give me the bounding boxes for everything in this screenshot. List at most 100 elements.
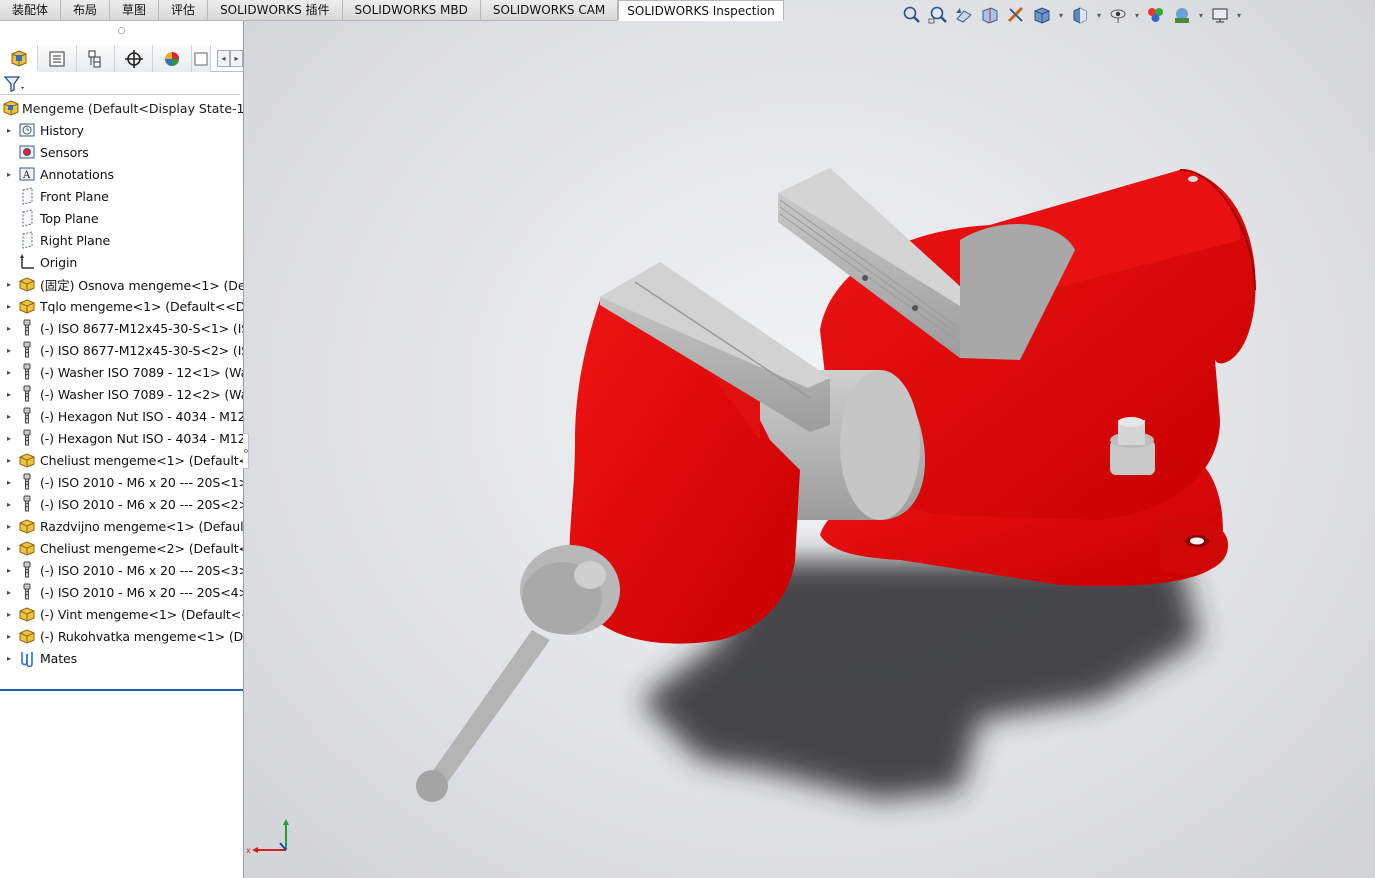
more-tabs-icon[interactable] (191, 45, 211, 72)
tab-addins[interactable]: SOLIDWORKS 插件 (208, 0, 343, 21)
displaymanager-icon[interactable] (153, 45, 192, 72)
scroll-right-icon[interactable]: ▸ (230, 49, 243, 67)
tab-inspection[interactable]: SOLIDWORKS Inspection (618, 0, 784, 21)
panel-splitter[interactable] (243, 433, 249, 469)
tree-item[interactable]: Origin (0, 251, 243, 273)
tree-item[interactable]: ▸ (-) Hexagon Nut ISO - 4034 - M12 - N<2> (0, 427, 243, 449)
section-view-icon[interactable] (978, 4, 1002, 26)
previous-view-icon[interactable] (952, 4, 976, 26)
propertymanager-icon[interactable] (38, 45, 77, 72)
tab-scroll-buttons: ◂ ▸ (217, 45, 243, 71)
tab-sketch[interactable]: 草图 (110, 0, 160, 21)
tree-item-label: (-) ISO 8677-M12x45-30-S<1> (ISO 8677-M1… (40, 320, 243, 336)
tree-item[interactable]: ▸ Tqlo mengeme<1> (Default<<Default>_Disp… (0, 295, 243, 317)
hide-show-items-icon[interactable] (1106, 4, 1130, 26)
scroll-left-icon[interactable]: ◂ (217, 49, 230, 67)
view-settings-icon[interactable] (1208, 4, 1232, 26)
tab-evaluate[interactable]: 评估 (159, 0, 209, 21)
featuremanager-panel: ○ ◂ ▸ Mengeme (Default<Display State-1>)… (0, 21, 244, 878)
part-icon (16, 428, 38, 448)
tree-item[interactable]: ▸ (-) ISO 8677-M12x45-30-S<2> (ISO 8677-M… (0, 339, 243, 361)
chevron-down-icon[interactable]: ▾ (1234, 4, 1244, 26)
tab-mbd[interactable]: SOLIDWORKS MBD (342, 0, 481, 21)
expand-arrow-icon[interactable]: ▸ (0, 456, 16, 465)
vise-model[interactable] (244, 0, 1375, 878)
tree-item[interactable]: ▸ (-) Washer ISO 7089 - 12<1> (Washer ISO… (0, 361, 243, 383)
configurationmanager-icon[interactable] (76, 45, 116, 72)
tree-item[interactable]: ▸ (固定) Osnova mengeme<1> (Default<<Defaul… (0, 273, 243, 295)
dimxpertmanager-icon[interactable] (115, 45, 154, 72)
tree-item[interactable]: ▸ (-) Vint mengeme<1> (Default<<Default>_… (0, 603, 243, 625)
expand-arrow-icon[interactable]: ▸ (0, 390, 16, 399)
tree-item[interactable]: ▸ Mates (0, 647, 243, 669)
featuremanager-icon[interactable] (0, 45, 39, 72)
tree-item[interactable]: ▸ A Annotations (0, 163, 243, 185)
tree-item[interactable]: Right Plane (0, 229, 243, 251)
part-icon (16, 582, 38, 602)
tree-item-label: (-) ISO 2010 - M6 x 20 --- 20S<4> (ISO 2… (40, 584, 243, 600)
zoom-to-area-icon[interactable] (926, 4, 950, 26)
tree-item[interactable]: ▸ (-) Hexagon Nut ISO - 4034 - M12 - N<1> (0, 405, 243, 427)
expand-arrow-icon[interactable]: ▸ (0, 170, 16, 179)
tree-item[interactable]: Front Plane (0, 185, 243, 207)
chevron-down-icon[interactable]: ▾ (1132, 4, 1142, 26)
expand-arrow-icon[interactable]: ▸ (0, 588, 16, 597)
orientation-triad: x (246, 819, 289, 855)
expand-arrow-icon[interactable]: ▸ (0, 654, 16, 663)
tree-item[interactable]: ▸ (-) ISO 2010 - M6 x 20 --- 20S<4> (ISO … (0, 581, 243, 603)
vise-handle (425, 630, 550, 790)
tree-item[interactable]: ▸ Razdvijno mengeme<1> (Default<<Default>… (0, 515, 243, 537)
expand-arrow-icon[interactable]: ▸ (0, 632, 16, 641)
expand-arrow-icon[interactable]: ▸ (0, 368, 16, 377)
panel-grip-icon[interactable]: ○ (0, 21, 243, 41)
tab-layout[interactable]: 布局 (61, 0, 111, 21)
expand-arrow-icon[interactable]: ▸ (0, 434, 16, 443)
display-style-icon[interactable] (1068, 4, 1092, 26)
tree-item[interactable]: ▸ (-) ISO 2010 - M6 x 20 --- 20S<1> (ISO … (0, 471, 243, 493)
tree-item[interactable]: ▸ History (0, 119, 243, 141)
expand-arrow-icon[interactable]: ▸ (0, 412, 16, 421)
tree-item-label: (-) Vint mengeme<1> (Default<<Default>_D… (40, 606, 243, 622)
expand-arrow-icon[interactable]: ▸ (0, 280, 16, 289)
dynamic-annotation-icon[interactable] (1004, 4, 1028, 26)
zoom-to-fit-icon[interactable] (900, 4, 924, 26)
expand-arrow-icon[interactable]: ▸ (0, 566, 16, 575)
tree-root-assembly[interactable]: Mengeme (Default<Display State-1>) (0, 97, 243, 119)
tree-item[interactable]: ▸ (-) ISO 2010 - M6 x 20 --- 20S<2> (ISO … (0, 493, 243, 515)
expand-arrow-icon[interactable]: ▸ (0, 478, 16, 487)
tree-item[interactable]: ▸ Cheliust mengeme<2> (Default<<Default>_… (0, 537, 243, 559)
tree-filter[interactable] (0, 73, 240, 95)
tree-item[interactable]: ▸ Cheliust mengeme<1> (Default<<Default>_… (0, 449, 243, 471)
expand-arrow-icon[interactable]: ▸ (0, 610, 16, 619)
tree-item[interactable]: ▸ (-) ISO 8677-M12x45-30-S<1> (ISO 8677-M… (0, 317, 243, 339)
edit-appearance-icon[interactable] (1144, 4, 1168, 26)
apply-scene-icon[interactable] (1170, 4, 1194, 26)
tree-item[interactable]: Top Plane (0, 207, 243, 229)
part-icon (16, 472, 38, 492)
chevron-down-icon[interactable]: ▾ (1196, 4, 1206, 26)
tree-item[interactable]: ▸ (-) ISO 2010 - M6 x 20 --- 20S<3> (ISO … (0, 559, 243, 581)
tree-item[interactable]: ▸ (-) Rukohvatka mengeme<1> (Default<<Def… (0, 625, 243, 647)
tab-assembly[interactable]: 装配体 (0, 0, 62, 21)
annotations-icon: A (16, 164, 38, 184)
filter-icon[interactable] (3, 74, 27, 94)
expand-arrow-icon[interactable]: ▸ (0, 126, 16, 135)
expand-arrow-icon[interactable]: ▸ (0, 302, 16, 311)
tree-rollback-bar[interactable] (0, 689, 243, 691)
expand-arrow-icon[interactable]: ▸ (0, 522, 16, 531)
chevron-down-icon[interactable]: ▾ (1056, 4, 1066, 26)
tree-item[interactable]: Sensors (0, 141, 243, 163)
part-icon (16, 340, 38, 360)
splitter-handle-icon (244, 449, 248, 453)
view-orientation-icon[interactable] (1030, 4, 1054, 26)
expand-arrow-icon[interactable]: ▸ (0, 346, 16, 355)
subassembly-icon (16, 626, 38, 646)
tree-item[interactable]: ▸ (-) Washer ISO 7089 - 12<2> (Washer ISO… (0, 383, 243, 405)
tab-cam[interactable]: SOLIDWORKS CAM (480, 0, 619, 21)
chevron-down-icon[interactable]: ▾ (1094, 4, 1104, 26)
tree-root-label: Mengeme (Default<Display State-1>) (22, 100, 243, 116)
graphics-area[interactable] (244, 0, 1375, 878)
expand-arrow-icon[interactable]: ▸ (0, 500, 16, 509)
expand-arrow-icon[interactable]: ▸ (0, 544, 16, 553)
expand-arrow-icon[interactable]: ▸ (0, 324, 16, 333)
